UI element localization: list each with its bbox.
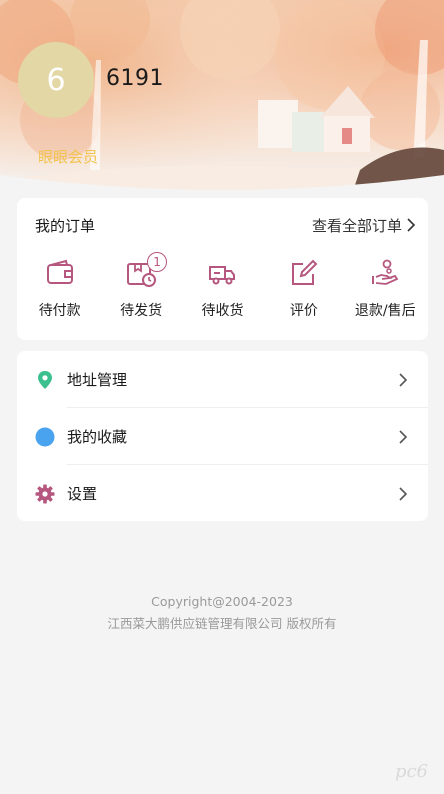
watermark-logo: pc6	[394, 761, 428, 782]
chevron-right-icon	[407, 218, 416, 232]
menu-item-favorites[interactable]: 我的收藏	[17, 408, 428, 465]
edit-icon	[291, 259, 318, 285]
shipment-count-badge: 1	[147, 252, 168, 272]
avatar[interactable]: 6	[18, 42, 94, 118]
wallet-icon	[46, 259, 73, 284]
order-review[interactable]: 评价	[265, 258, 343, 328]
menu-item-settings[interactable]: 设置	[17, 465, 428, 522]
gear-icon	[35, 484, 55, 503]
order-pending-shipment[interactable]: 1 待发货	[102, 252, 180, 328]
view-all-orders-link[interactable]: 查看全部订单	[312, 215, 416, 236]
favorite-dot-icon	[35, 427, 55, 446]
location-pin-icon	[38, 370, 52, 389]
profile-header: 6 6191 眼眼会员	[0, 0, 444, 200]
orders-title: 我的订单	[35, 216, 96, 235]
company-text: 江西菜大鹏供应链管理有限公司 版权所有	[107, 616, 337, 631]
order-pending-payment[interactable]: 待付款	[21, 258, 99, 328]
truck-icon	[209, 266, 236, 285]
order-label: 待发货	[120, 303, 163, 319]
username: 6191	[106, 66, 164, 91]
refund-hand-icon	[372, 259, 399, 285]
order-label: 评价	[289, 303, 318, 319]
avatar-initial: 6	[46, 62, 66, 98]
menu-item-label: 我的收藏	[67, 428, 128, 446]
order-label: 待付款	[38, 303, 81, 319]
menu-item-label: 地址管理	[67, 371, 128, 389]
menu-item-label: 设置	[67, 485, 98, 503]
copyright-text: Copyright@2004-2023	[151, 594, 293, 609]
orders-card: 我的订单 查看全部订单 待付款 1 待发货 待收货 评价 退款/售后	[17, 198, 428, 340]
view-all-orders-label: 查看全部订单	[311, 216, 402, 235]
chevron-right-icon	[399, 372, 408, 387]
order-status-row: 待付款 1 待发货 待收货 评价 退款/售后	[17, 252, 428, 328]
order-label: 退款/售后	[354, 303, 416, 319]
menu-card: 地址管理 我的收藏 设置	[17, 351, 428, 521]
order-pending-receipt[interactable]: 待收货	[183, 258, 261, 328]
chevron-right-icon	[399, 486, 408, 501]
chevron-right-icon	[399, 429, 408, 444]
order-refund-aftersales[interactable]: 退款/售后	[346, 258, 424, 328]
menu-item-address[interactable]: 地址管理	[17, 351, 428, 408]
member-level: 眼眼会员	[38, 148, 99, 166]
order-label: 待收货	[201, 303, 244, 319]
